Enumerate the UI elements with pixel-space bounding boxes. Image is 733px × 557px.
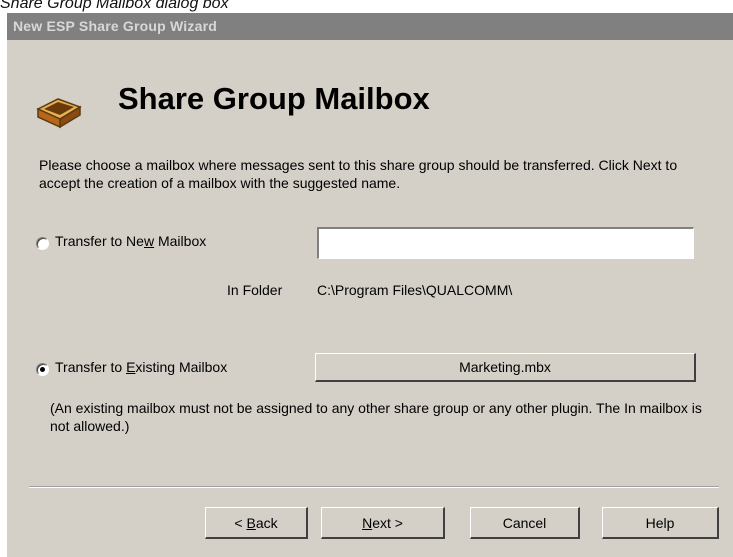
title-bar: New ESP Share Group Wizard — [7, 13, 733, 40]
new-mailbox-label[interactable]: Transfer to New Mailbox — [55, 233, 206, 249]
radio-selected-dot — [40, 367, 45, 372]
existing-mailbox-label[interactable]: Transfer to Existing Mailbox — [55, 359, 227, 375]
existing-mailbox-select-button[interactable]: Marketing.mbx — [315, 353, 696, 382]
new-mailbox-name-input[interactable] — [317, 227, 694, 259]
existing-mailbox-radio[interactable] — [36, 363, 49, 376]
existing-mailbox-note: (An existing mailbox must not be assigne… — [50, 400, 702, 434]
next-button[interactable]: Next > — [321, 507, 445, 539]
wizard-dialog: New ESP Share Group Wizard Share Group M… — [7, 13, 733, 557]
back-button[interactable]: < Back — [205, 507, 308, 539]
mailbox-tray-icon — [36, 98, 82, 129]
instructions-text: Please choose a mailbox where messages s… — [39, 157, 678, 191]
in-folder-label: In Folder — [227, 282, 283, 298]
button-separator — [29, 486, 719, 488]
figure-caption: Share Group Mailbox dialog box — [0, 0, 229, 12]
cancel-button[interactable]: Cancel — [470, 507, 580, 539]
folder-path: C:\Program Files\QUALCOMM\ — [317, 282, 513, 298]
page-title: Share Group Mailbox — [118, 81, 430, 116]
new-mailbox-radio[interactable] — [36, 237, 49, 250]
help-button[interactable]: Help — [602, 507, 719, 539]
